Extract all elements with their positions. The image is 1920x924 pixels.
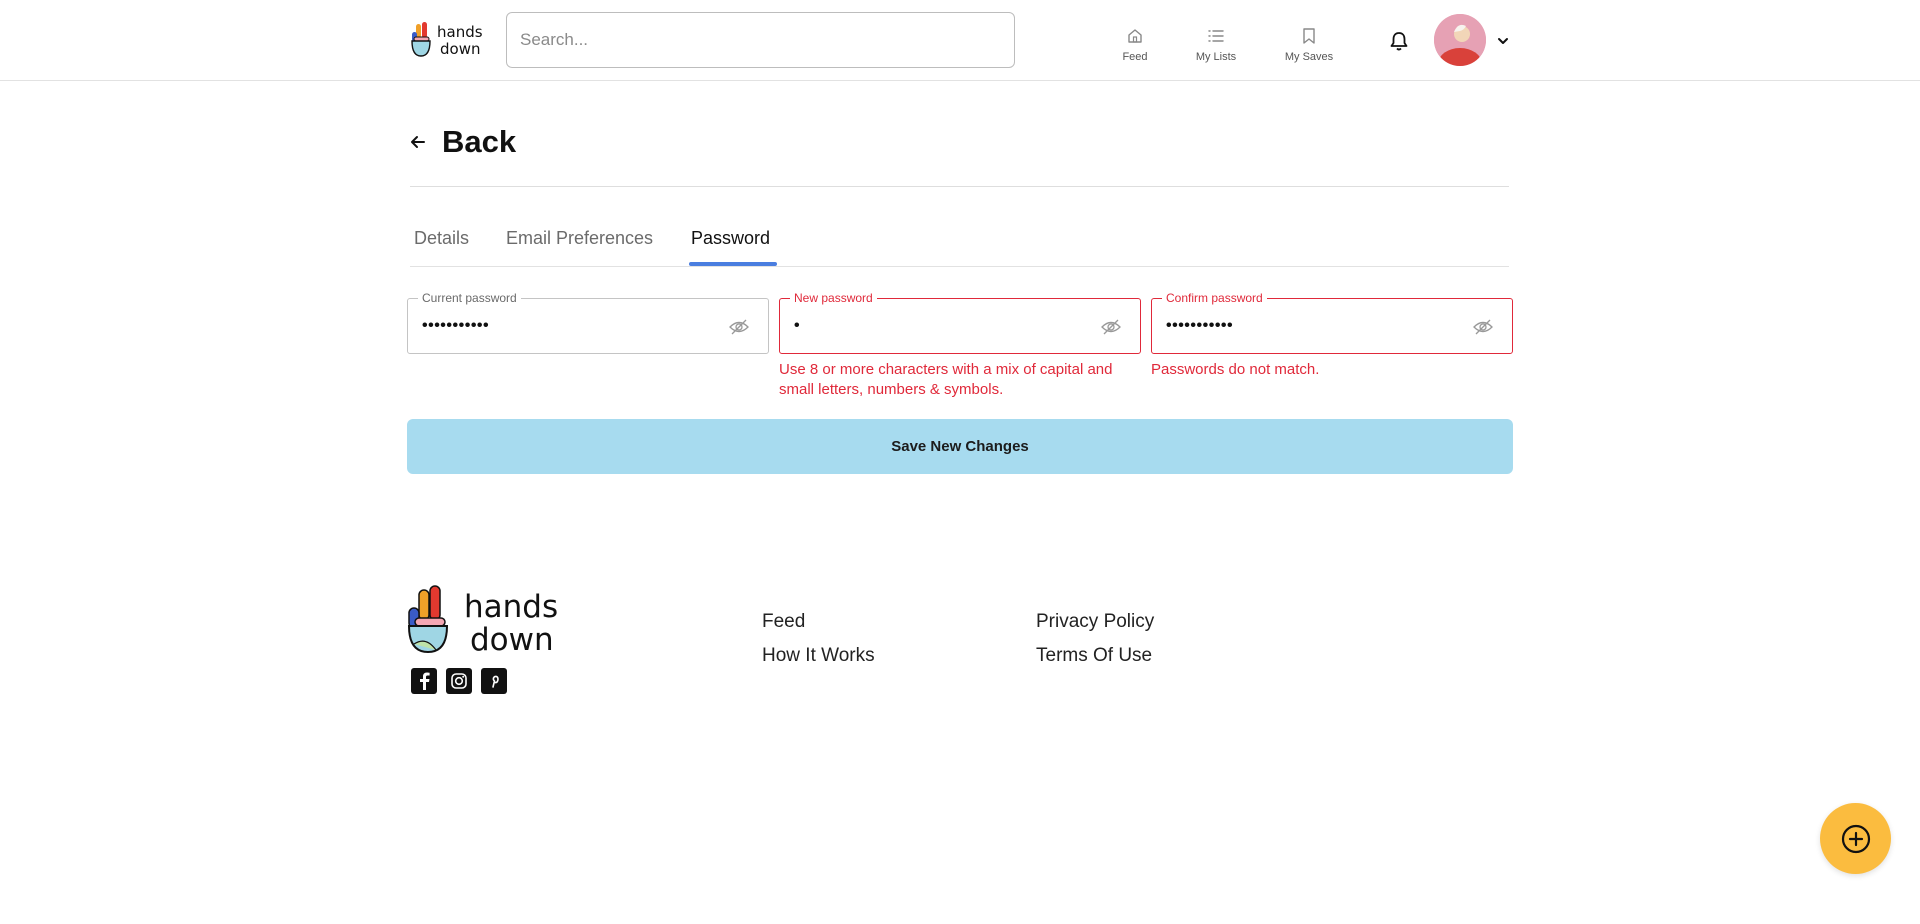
svg-text:down: down xyxy=(440,40,480,58)
svg-text:down: down xyxy=(470,622,554,654)
instagram-icon[interactable] xyxy=(446,668,472,694)
svg-text:hands: hands xyxy=(437,23,483,41)
footer-logo[interactable]: hands down xyxy=(406,584,570,658)
settings-tabs: Details Email Preferences Password xyxy=(410,220,1509,267)
facebook-icon[interactable] xyxy=(411,668,437,694)
active-tab-indicator xyxy=(689,262,777,266)
nav-feed[interactable]: Feed xyxy=(1118,26,1152,70)
bookmark-icon xyxy=(1303,28,1315,44)
new-password-value[interactable]: • xyxy=(794,317,800,335)
new-password-field[interactable]: New password • xyxy=(779,291,1141,354)
new-password-label: New password xyxy=(790,291,877,305)
current-password-field[interactable]: Current password ••••••••••• xyxy=(407,291,769,354)
top-header: hands down Feed My Lists My Saves xyxy=(0,0,1920,81)
footer-link-how-it-works[interactable]: How It Works xyxy=(762,645,875,667)
eye-off-icon[interactable] xyxy=(1100,317,1122,337)
tab-password[interactable]: Password xyxy=(691,228,770,249)
chevron-down-icon[interactable] xyxy=(1497,36,1509,46)
back-label: Back xyxy=(442,124,517,159)
logo-hand-icon xyxy=(407,585,449,654)
save-new-changes-button[interactable]: Save New Changes xyxy=(407,419,1513,474)
tab-email-preferences[interactable]: Email Preferences xyxy=(506,228,653,249)
bell-icon[interactable] xyxy=(1388,30,1410,52)
logo-hand-icon xyxy=(411,22,431,57)
footer-link-privacy-policy[interactable]: Privacy Policy xyxy=(1036,611,1154,633)
confirm-password-error: Passwords do not match. xyxy=(1151,361,1320,378)
hands-down-logo[interactable]: hands down xyxy=(410,20,490,60)
back-button[interactable]: Back xyxy=(408,124,516,160)
svg-text:hands: hands xyxy=(464,589,558,625)
create-fab-button[interactable] xyxy=(1820,803,1891,874)
nav-my-saves-label: My Saves xyxy=(1284,51,1334,63)
confirm-password-field[interactable]: Confirm password ••••••••••• xyxy=(1151,291,1513,354)
search-input[interactable] xyxy=(506,12,1015,68)
confirm-password-label: Confirm password xyxy=(1162,291,1267,305)
current-password-value[interactable]: ••••••••••• xyxy=(422,317,489,335)
nav-feed-label: Feed xyxy=(1122,51,1148,63)
plus-circle-icon xyxy=(1841,824,1870,853)
pinterest-icon[interactable] xyxy=(481,668,507,694)
list-icon xyxy=(1208,30,1224,42)
current-password-label: Current password xyxy=(418,291,521,305)
eye-off-icon[interactable] xyxy=(728,317,750,337)
nav-my-saves[interactable]: My Saves xyxy=(1284,26,1334,70)
nav-my-lists-label: My Lists xyxy=(1195,51,1237,63)
arrow-left-icon xyxy=(411,136,425,148)
footer-link-terms-of-use[interactable]: Terms Of Use xyxy=(1036,645,1152,667)
avatar[interactable] xyxy=(1434,14,1486,66)
new-password-error: Use 8 or more characters with a mix of c… xyxy=(779,361,1113,398)
confirm-password-value[interactable]: ••••••••••• xyxy=(1166,317,1233,335)
home-icon xyxy=(1128,29,1142,43)
tab-details[interactable]: Details xyxy=(414,228,469,249)
eye-off-icon[interactable] xyxy=(1472,317,1494,337)
nav-my-lists[interactable]: My Lists xyxy=(1194,26,1238,70)
divider xyxy=(410,186,1509,187)
footer-link-feed[interactable]: Feed xyxy=(762,611,805,633)
